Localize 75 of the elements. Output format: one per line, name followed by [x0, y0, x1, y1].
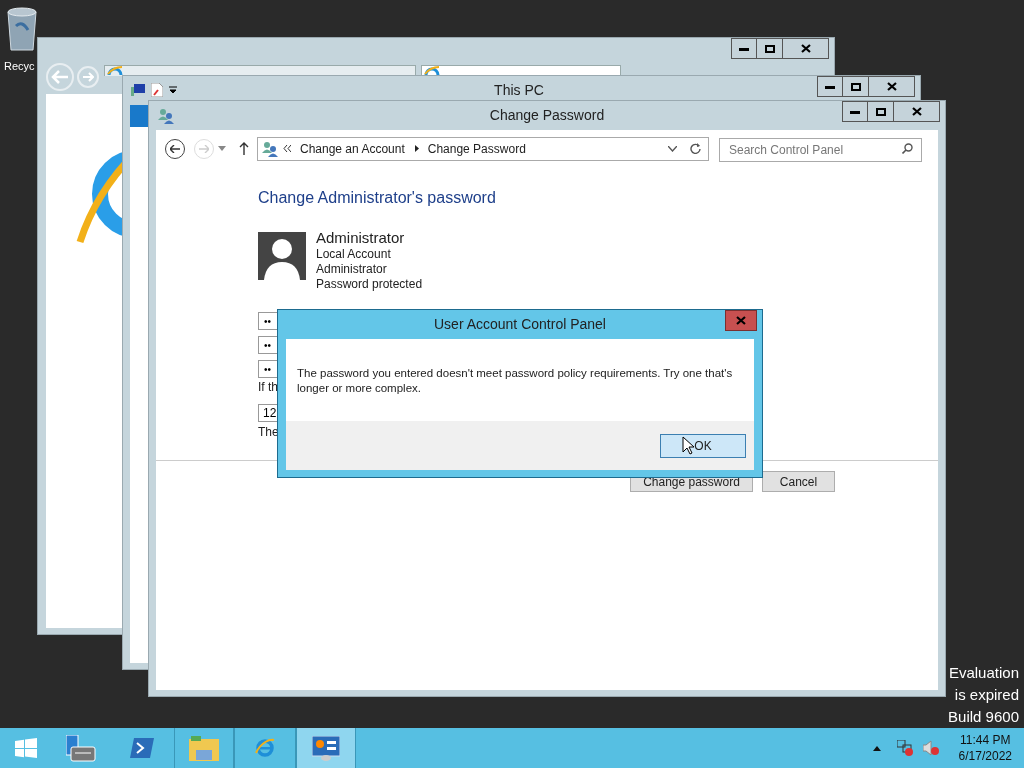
back-arrow-icon — [51, 70, 69, 84]
search-field[interactable]: Search Control Panel — [719, 137, 922, 162]
window-title: This PC — [494, 81, 544, 100]
dropdown-icon — [169, 86, 177, 94]
breadcrumb-item[interactable]: Change Password — [427, 139, 526, 158]
forward-arrow-icon — [199, 144, 209, 153]
watermark-text: is expired — [954, 685, 1019, 705]
search-icon — [902, 142, 913, 154]
dropdown-icon — [668, 145, 677, 152]
maximize-icon — [875, 107, 886, 116]
double-chevron-icon — [283, 145, 291, 152]
maximize-button[interactable] — [868, 101, 894, 122]
clock-date[interactable]: 6/17/2022 — [958, 748, 1012, 764]
cancel-button[interactable]: Cancel — [762, 471, 835, 492]
close-icon — [911, 107, 922, 116]
breadcrumb-item[interactable]: Change an Account — [300, 139, 405, 158]
up-arrow-icon — [239, 142, 249, 155]
minimize-icon — [739, 46, 749, 51]
close-icon — [886, 82, 897, 91]
users-icon — [262, 140, 278, 157]
maximize-icon — [850, 82, 861, 91]
browser-icon — [255, 738, 275, 758]
start-icon — [15, 738, 37, 758]
maximize-button[interactable] — [843, 76, 869, 97]
window-title: Change Password — [489, 106, 605, 125]
password-hint-field[interactable]: 12 — [258, 404, 278, 422]
account-detail: Local Account — [316, 247, 392, 262]
dropdown-icon — [218, 146, 226, 151]
recycle-bin-icon — [4, 6, 40, 52]
watermark-text: Evaluation — [948, 663, 1019, 683]
users-icon — [158, 108, 174, 124]
speaker-muted-icon — [922, 740, 939, 756]
close-icon — [736, 316, 746, 325]
hint-text: If th — [258, 380, 278, 395]
icon-label[interactable]: Recyc — [4, 58, 35, 75]
terminal-icon — [130, 738, 154, 758]
page-heading: Change Administrator's password — [258, 188, 496, 208]
folder-icon — [189, 735, 219, 761]
document-icon — [151, 83, 163, 97]
dialog-message: The password you entered doesn't meet password policy requirements. Try one that's longer or more complex. — [297, 366, 734, 396]
watermark-text: Build 9600 — [948, 707, 1019, 727]
ok-button[interactable]: OK — [660, 433, 746, 458]
chevron-up-icon — [872, 745, 881, 751]
forward-arrow-icon — [82, 72, 94, 82]
refresh-icon — [690, 143, 701, 154]
control-panel-icon — [312, 735, 340, 761]
account-name: Administrator — [316, 229, 406, 247]
server-manager-icon — [66, 734, 96, 762]
up-button[interactable] — [239, 140, 251, 157]
minimize-icon — [825, 84, 835, 89]
dialog-title: User Account Control Panel — [434, 315, 606, 334]
minimize-button[interactable] — [842, 101, 868, 122]
ribbon-tab[interactable] — [130, 105, 150, 127]
chevron-right-icon — [414, 145, 419, 152]
minimize-icon — [850, 109, 860, 114]
computer-icon — [131, 84, 145, 96]
taskbar-button[interactable] — [296, 728, 356, 768]
user-avatar-icon — [258, 232, 306, 280]
minimize-button[interactable] — [817, 76, 843, 97]
browser-icon — [107, 66, 123, 75]
minimize-button[interactable] — [731, 38, 757, 59]
browser-icon — [424, 66, 440, 75]
close-button[interactable] — [869, 76, 915, 97]
maximize-icon — [764, 44, 775, 53]
back-arrow-icon — [170, 144, 180, 153]
close-button[interactable] — [894, 101, 940, 122]
account-detail: Administrator — [316, 262, 388, 277]
close-button[interactable] — [783, 38, 829, 59]
address-bar[interactable]: Change an Account Change Password — [257, 136, 709, 161]
network-error-icon — [896, 740, 913, 756]
maximize-button[interactable] — [757, 38, 783, 59]
close-icon — [800, 44, 811, 53]
mouse-cursor-icon — [682, 436, 694, 455]
account-detail: Password protected — [316, 277, 423, 292]
clock-time[interactable]: 11:44 PM — [960, 732, 1011, 748]
